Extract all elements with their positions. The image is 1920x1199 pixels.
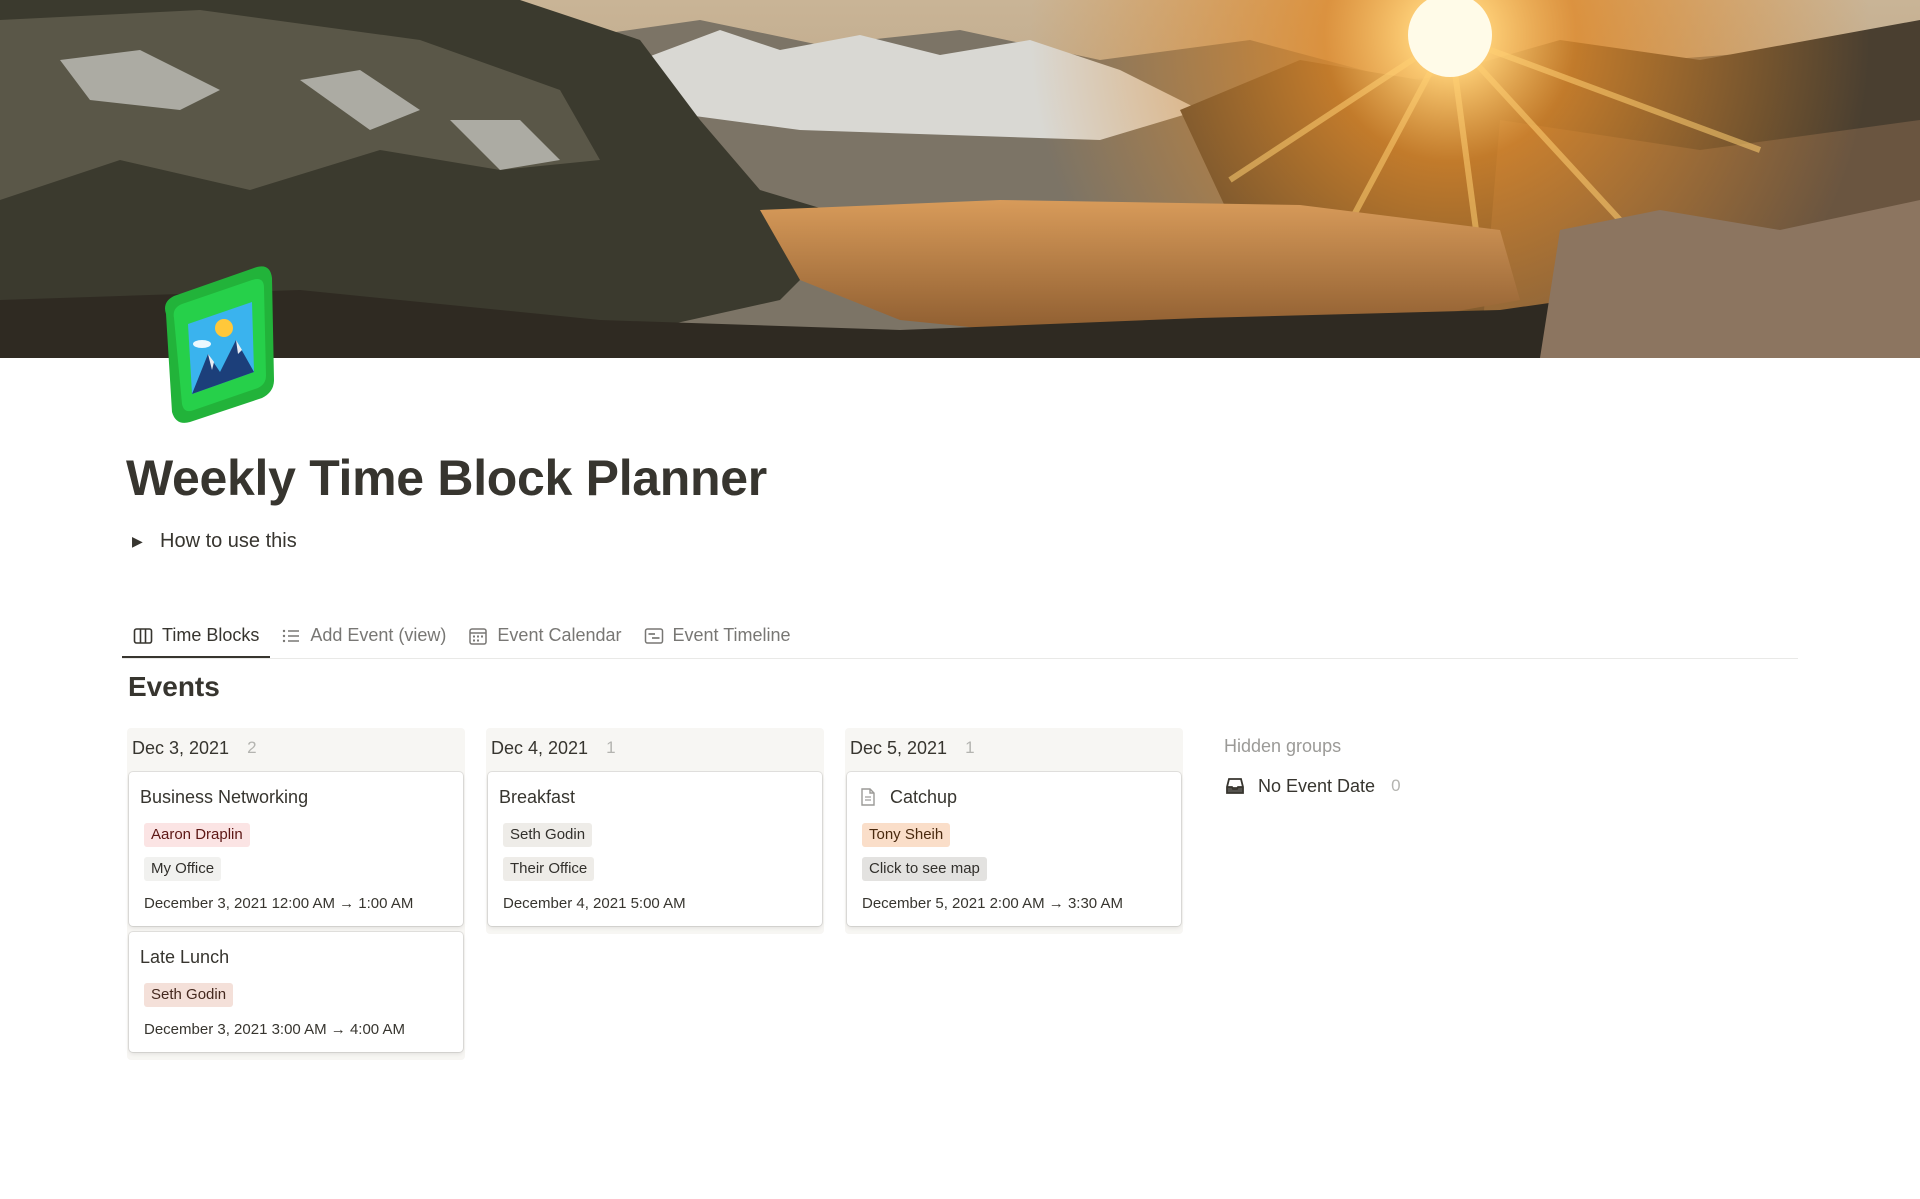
hidden-group-count: 0: [1391, 776, 1401, 795]
event-date: December 5, 2021 2:00 AM → 3:30 AM: [862, 895, 1123, 912]
tab-label: Event Calendar: [497, 625, 622, 645]
column-label: Dec 5, 2021: [850, 737, 948, 758]
card-title: Breakfast: [499, 786, 576, 807]
column-count: 1: [606, 738, 616, 757]
tab-label: Time Blocks: [162, 625, 260, 645]
tab-time-blocks[interactable]: Time Blocks: [122, 614, 271, 658]
tab-event-calendar[interactable]: Event Calendar: [457, 614, 632, 657]
column-count: 1: [965, 738, 975, 757]
card-title: Business Networking: [140, 786, 309, 807]
event-card-business-networking[interactable]: Business Networking Aaron Draplin My Off…: [129, 772, 463, 926]
view-tabs: Time Blocks Add Event (view) Event Calen…: [122, 614, 1798, 659]
tab-label: Add Event (view): [310, 625, 447, 645]
timeline-icon: [644, 627, 663, 644]
column-count: 2: [247, 738, 257, 757]
list-icon: [283, 629, 300, 642]
mountain-map-icon[interactable]: [154, 262, 278, 426]
cover-image: [0, 0, 1920, 358]
column-header[interactable]: Dec 4, 2021 1: [486, 728, 824, 768]
event-card-late-lunch[interactable]: Late Lunch Seth Godin December 3, 2021 3…: [129, 932, 463, 1052]
column-header[interactable]: Dec 3, 2021 2: [127, 728, 465, 768]
how-to-toggle[interactable]: ▶ How to use this: [132, 530, 297, 553]
board-icon: [133, 627, 153, 644]
tab-event-timeline[interactable]: Event Timeline: [633, 614, 802, 657]
location-tag: My Office: [144, 857, 222, 881]
toggle-label: How to use this: [160, 530, 297, 552]
column-label: Dec 3, 2021: [132, 737, 230, 758]
card-title: Late Lunch: [140, 946, 230, 967]
card-title-text: Catchup: [890, 786, 958, 807]
hidden-group-label: No Event Date: [1258, 775, 1376, 796]
event-date: December 3, 2021 3:00 AM → 4:00 AM: [144, 1021, 405, 1038]
event-card-breakfast[interactable]: Breakfast Seth Godin Their Office Decemb…: [488, 772, 822, 926]
page-title: Weekly Time Block Planner: [126, 450, 767, 506]
tab-add-event-view[interactable]: Add Event (view): [270, 614, 457, 657]
board-column-dec-3: Dec 3, 2021 2 Business Networking Aaron …: [127, 728, 465, 1060]
hidden-group-no-event-date[interactable]: No Event Date 0: [1224, 775, 1401, 797]
toggle-triangle-icon[interactable]: ▶: [132, 533, 146, 550]
tab-label: Event Timeline: [672, 625, 791, 645]
database-title: Events: [128, 671, 220, 702]
calendar-icon: [469, 627, 488, 645]
inbox-icon: [1226, 778, 1244, 794]
event-date: December 3, 2021 12:00 AM → 1:00 AM: [144, 895, 414, 912]
person-tag: Aaron Draplin: [144, 823, 250, 847]
person-tag: Seth Godin: [144, 983, 234, 1007]
column-label: Dec 4, 2021: [491, 737, 589, 758]
person-tag: Tony Sheih: [862, 823, 951, 847]
page-icon: [861, 788, 875, 806]
hidden-groups-label: Hidden groups: [1224, 736, 1342, 756]
event-card-catchup[interactable]: Catchup Tony Sheih Click to see map Dece…: [847, 772, 1181, 926]
location-tag[interactable]: Click to see map: [862, 857, 987, 881]
board-column-dec-5: Dec 5, 2021 1 Catchup Tony Sheih Click t…: [845, 728, 1183, 934]
person-tag: Seth Godin: [503, 823, 593, 847]
column-header[interactable]: Dec 5, 2021 1: [845, 728, 1183, 768]
board-column-dec-4: Dec 4, 2021 1 Breakfast Seth Godin Their…: [486, 728, 824, 934]
location-tag: Their Office: [503, 857, 595, 881]
card-title: Catchup: [858, 784, 1170, 810]
event-date: December 4, 2021 5:00 AM: [503, 895, 686, 912]
